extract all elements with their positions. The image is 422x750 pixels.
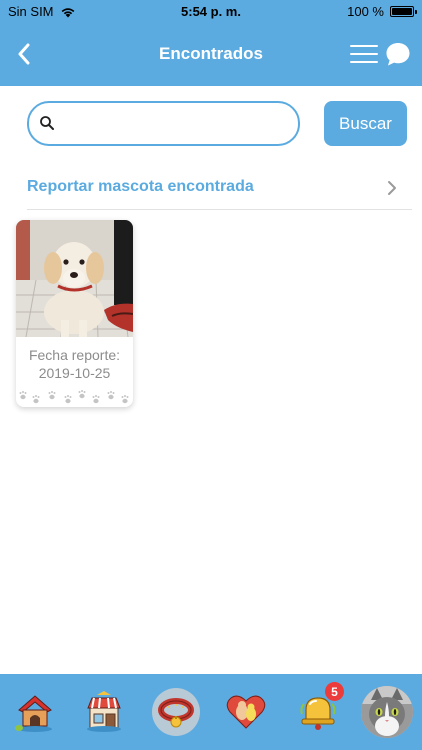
search-row: Buscar <box>0 86 422 166</box>
status-bar: Sin SIM 5:54 p. m. 100 % <box>0 0 422 22</box>
notification-badge: 5 <box>325 682 344 701</box>
bottom-tab-bar: 5 <box>0 674 422 750</box>
battery-icon <box>390 6 417 17</box>
battery-tip <box>415 10 417 14</box>
nav-bar: Encontrados <box>0 22 422 86</box>
report-found-pet-row[interactable]: Reportar mascota encontrada <box>27 166 412 210</box>
menu-line <box>350 53 378 55</box>
tab-lost-found[interactable] <box>152 688 200 736</box>
pet-collar-icon <box>158 698 194 728</box>
status-right: 100 % <box>347 4 417 19</box>
search-icon <box>40 116 54 130</box>
report-date-label: Fecha reporte: <box>28 347 121 363</box>
tab-notifications[interactable]: 5 <box>290 682 346 740</box>
search-input[interactable] <box>63 109 288 139</box>
battery-fill <box>392 8 412 15</box>
report-found-pet-label: Reportar mascota encontrada <box>27 178 254 195</box>
cat-avatar-image <box>361 686 413 738</box>
chevron-right-icon <box>388 181 396 195</box>
pet-shop-icon <box>87 691 121 732</box>
chat-bubble-icon[interactable] <box>384 40 412 68</box>
search-box[interactable] <box>27 101 300 146</box>
doghouse-icon <box>15 695 52 732</box>
menu-line <box>350 45 378 47</box>
pet-card[interactable]: Fecha reporte: 2019-10-25 <box>16 220 133 407</box>
pet-photo <box>16 220 133 337</box>
menu-line <box>350 61 378 63</box>
adoption-heart-icon <box>226 695 266 729</box>
paw-prints-decoration-icon <box>19 390 129 404</box>
tab-adoption[interactable] <box>218 684 274 740</box>
battery-percent: 100 % <box>347 4 384 19</box>
tab-doghouse[interactable] <box>7 684 63 740</box>
profile-avatar[interactable] <box>361 686 413 738</box>
hamburger-menu-icon[interactable] <box>350 42 378 66</box>
search-button[interactable]: Buscar <box>324 101 407 146</box>
report-date-value: 2019-10-25 <box>38 365 111 381</box>
tab-pet-shop[interactable] <box>76 684 132 740</box>
